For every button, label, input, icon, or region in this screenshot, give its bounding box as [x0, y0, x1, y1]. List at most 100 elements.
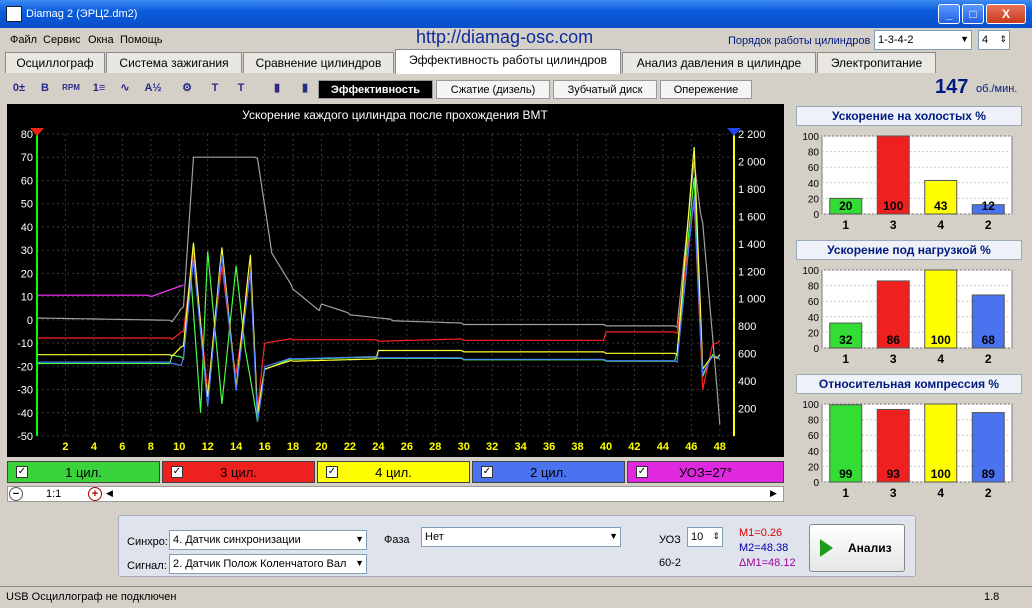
checkbox-cylinder-2[interactable]: ✓ — [481, 466, 493, 478]
menu-service[interactable]: Сервис — [43, 34, 81, 46]
bar-value-label: 99 — [839, 467, 853, 481]
rpm-gauge-icon[interactable]: RPM — [60, 78, 82, 98]
checkbox-cylinder-4[interactable]: ✓ — [326, 466, 338, 478]
x-tick-label: 6 — [119, 441, 125, 453]
bold-b-icon[interactable]: B — [34, 78, 56, 98]
legend-cylinder-3[interactable]: ✓ 3 цил. — [162, 461, 315, 483]
teeth-label: 60-2 — [659, 557, 682, 569]
uoz-stepper[interactable]: 10 ⇕ — [687, 527, 723, 547]
y-right-tick-label: 1 200 — [738, 266, 766, 278]
bar-y-tick: 40 — [808, 447, 820, 458]
subtab-efficiency[interactable]: Эффективность — [318, 80, 433, 99]
bar-value-label: 100 — [931, 333, 951, 347]
spin-arrows-icon: ⇕ — [712, 531, 720, 541]
color-bar-icon[interactable]: ▮ — [294, 78, 316, 98]
chart-scrollbar[interactable]: − 1:1 + ◀ ▶ — [7, 486, 784, 502]
y-right-tick-label: 200 — [738, 404, 756, 416]
y-right-tick-label: 600 — [738, 349, 756, 361]
marker-icon[interactable]: T — [230, 78, 252, 98]
rpm-value: 147 — [935, 76, 969, 98]
menu-help[interactable]: Помощь — [120, 34, 163, 46]
menu-windows[interactable]: Окна — [88, 34, 114, 46]
sync-label: Синхро: — [127, 536, 168, 548]
spin-arrows-icon: ⇕ — [999, 34, 1007, 44]
series-line-5 — [37, 284, 184, 298]
zoom-out-icon[interactable]: − — [9, 487, 23, 501]
bar-value-label: 20 — [839, 199, 853, 213]
bar-y-tick: 80 — [808, 416, 820, 427]
legend-uoz[interactable]: ✓ УОЗ=27° — [627, 461, 784, 483]
status-bar: USB Осциллограф не подключен 1.8 — [0, 586, 1032, 608]
zoom-ratio: 1:1 — [46, 488, 62, 500]
cylinder-icon[interactable]: ⚙ — [176, 78, 198, 98]
menu-file[interactable]: Файл — [10, 34, 37, 46]
minimize-button[interactable]: _ — [938, 4, 960, 24]
y-tick-label: 80 — [21, 129, 33, 141]
cylinder-order-value: 1-3-4-2 — [878, 34, 914, 46]
checkbox-uoz[interactable]: ✓ — [636, 466, 648, 478]
x-tick-label: 4 — [91, 441, 98, 453]
cylinder-count-stepper[interactable]: 4 ⇕ — [978, 30, 1010, 50]
bar-chart-icon[interactable]: ▮ — [266, 78, 288, 98]
close-button[interactable]: X — [986, 4, 1026, 24]
fraction-icon[interactable]: A½ — [142, 78, 164, 98]
subtab-advance[interactable]: Опережение — [660, 80, 752, 99]
chevron-down-icon: ▼ — [355, 534, 364, 544]
sort-numbers-icon[interactable]: 1≡ — [88, 78, 110, 98]
tab-power[interactable]: Электропитание — [817, 52, 936, 73]
bar-y-tick: 20 — [808, 194, 820, 205]
checkbox-cylinder-3[interactable]: ✓ — [171, 466, 183, 478]
tab-ignition[interactable]: Система зажигания — [106, 52, 242, 73]
analyze-button[interactable]: Анализ — [809, 524, 905, 572]
subtab-diesel-compression[interactable]: Сжатие (дизель) — [436, 80, 550, 99]
version-label: 1.8 — [984, 591, 1000, 603]
acceleration-chart[interactable]: Ускорение каждого цилиндра после прохожд… — [7, 104, 784, 457]
bar-y-tick: 100 — [802, 132, 819, 143]
x-tick-label: 20 — [315, 441, 327, 453]
y-right-tick-label: 800 — [738, 321, 756, 333]
sequence-1234-icon[interactable]: T — [204, 78, 226, 98]
bar-value-label: 32 — [839, 333, 853, 347]
y-tick-label: -10 — [17, 338, 33, 350]
marker-delta: ΔM1=48.12 — [739, 557, 796, 569]
legend-label: УОЗ=27° — [678, 465, 733, 480]
bar-y-tick: 0 — [813, 478, 819, 489]
y-tick-label: 40 — [21, 222, 33, 234]
uoz-value: 10 — [691, 531, 704, 543]
scroll-left-icon[interactable]: ◀ — [106, 488, 113, 499]
bar-y-tick: 80 — [808, 148, 820, 159]
zoom-in-icon[interactable]: + — [88, 487, 102, 501]
legend-cylinder-1[interactable]: ✓ 1 цил. — [7, 461, 160, 483]
sync-select[interactable]: 4. Датчик синхронизации ▼ — [169, 530, 367, 550]
signal-select[interactable]: 2. Датчик Полож Коленчатого Вал ▼ — [169, 554, 367, 574]
cylinder-order-select[interactable]: 1-3-4-2 ▼ — [874, 30, 972, 50]
zero-adjust-icon[interactable]: 0± — [8, 78, 30, 98]
scroll-right-icon[interactable]: ▶ — [770, 488, 777, 499]
y-right-tick-label: 2 200 — [738, 129, 766, 141]
bar-y-tick: 0 — [813, 344, 819, 355]
load-accel-title: Ускорение под нагрузкой % — [796, 240, 1022, 260]
site-url-link[interactable]: http://diamag-osc.com — [416, 27, 593, 48]
bar-category-label: 1 — [842, 218, 849, 232]
y-tick-label: -50 — [17, 431, 33, 443]
line-graph-icon[interactable]: ∿ — [114, 78, 136, 98]
sync-value: 4. Датчик синхронизации — [173, 534, 301, 546]
tab-cylinder-compare[interactable]: Сравнение цилиндров — [243, 52, 394, 73]
legend-cylinder-2[interactable]: ✓ 2 цил. — [472, 461, 625, 483]
legend-label: 2 цил. — [530, 465, 567, 480]
chevron-down-icon: ▼ — [960, 34, 969, 44]
chevron-down-icon: ▼ — [609, 531, 618, 541]
tab-oscilloscope[interactable]: Осциллограф — [5, 52, 105, 73]
maximize-button[interactable]: □ — [962, 4, 984, 24]
legend-cylinder-4[interactable]: ✓ 4 цил. — [317, 461, 470, 483]
x-tick-label: 42 — [628, 441, 640, 453]
y-right-tick-label: 400 — [738, 376, 756, 388]
x-tick-label: 40 — [600, 441, 612, 453]
cylinder-legend: ✓ 1 цил. ✓ 3 цил. ✓ 4 цил. ✓ 2 цил. ✓ УО… — [7, 461, 784, 483]
phase-select[interactable]: Нет ▼ — [421, 527, 621, 547]
tab-cylinder-efficiency[interactable]: Эффективность работы цилиндров — [395, 49, 621, 74]
tab-pressure-analysis[interactable]: Анализ давления в цилиндре — [622, 52, 816, 73]
checkbox-cylinder-1[interactable]: ✓ — [16, 466, 28, 478]
y-right-tick-label: 1 800 — [738, 184, 766, 196]
subtab-toothed-disk[interactable]: Зубчатый диск — [553, 80, 657, 99]
